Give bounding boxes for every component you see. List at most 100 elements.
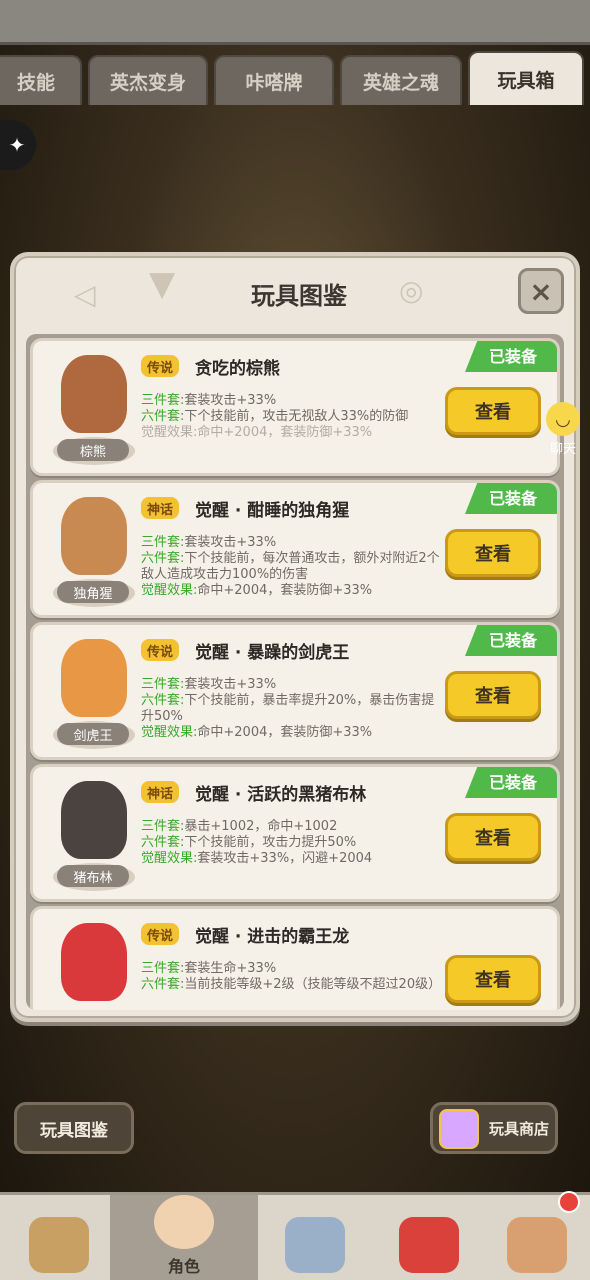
toy-portrait: 猪布林 bbox=[43, 773, 143, 891]
view-button[interactable]: 查看 bbox=[445, 387, 541, 435]
toy-description: 三件套:套装攻击+33% 六件套:下个技能前，攻击无视敌人33%的防御 觉醒效果… bbox=[141, 393, 445, 441]
equipped-badge: 已装备 bbox=[465, 483, 557, 514]
caveman-icon bbox=[29, 1217, 89, 1273]
view-button[interactable]: 查看 bbox=[445, 671, 541, 719]
black-pig-goblin-figure-icon bbox=[61, 781, 127, 859]
six-set-label: 六件套: bbox=[141, 977, 185, 992]
awaken-text: 套装攻击+33%，闪避+2004 bbox=[197, 851, 373, 866]
six-set-text: 下个技能前，攻击无视敌人33%的防御 bbox=[184, 409, 409, 424]
awaken-label: 觉醒效果: bbox=[141, 851, 198, 866]
toy-shop-label: 玩具商店 bbox=[488, 1119, 549, 1138]
rarity-badge: 神话 bbox=[141, 497, 180, 519]
toy-name: 觉醒 · 进击的霸王龙 bbox=[195, 927, 350, 947]
close-icon: × bbox=[529, 274, 553, 308]
six-set-text: 下个技能前，攻击力提升50% bbox=[184, 835, 357, 850]
three-set-text: 套装攻击+33% bbox=[184, 535, 277, 550]
awaken-text: 命中+2004，套装防御+33% bbox=[197, 425, 373, 440]
sabertooth-king-figure-icon bbox=[61, 639, 127, 717]
three-set-text: 套装攻击+33% bbox=[184, 677, 277, 692]
toy-shop-icon bbox=[439, 1109, 479, 1149]
equipped-badge: 已装备 bbox=[465, 625, 557, 656]
equipped-badge: 已装备 bbox=[465, 767, 557, 798]
view-button[interactable]: 查看 bbox=[445, 955, 541, 1003]
rarity-badge: 传说 bbox=[141, 355, 180, 377]
close-button[interactable]: × bbox=[518, 268, 564, 314]
tab-hero-soul[interactable]: 英雄之魂 bbox=[340, 55, 462, 105]
chat-smiley-icon: ◡ bbox=[546, 402, 580, 436]
nav-item-character[interactable]: 角色 bbox=[110, 1195, 258, 1280]
three-set-label: 三件套: bbox=[141, 961, 185, 976]
six-set-text: 当前技能等级+2级（技能等级不超过20级） bbox=[184, 977, 442, 992]
toy-description: 三件套:套装生命+33% 六件套:当前技能等级+2级（技能等级不超过20级） bbox=[141, 961, 445, 993]
toy-list[interactable]: 棕熊 传说 贪吃的棕熊 已装备 三件套:套装攻击+33% 六件套:下个技能前，攻… bbox=[26, 334, 564, 1010]
modal-title: 玩具图鉴 bbox=[251, 282, 347, 310]
unicorn-ape-figure-icon bbox=[61, 497, 127, 575]
toy-codex-button[interactable]: 玩具图鉴 bbox=[14, 1102, 134, 1154]
toy-description: 三件套:套装攻击+33% 六件套:下个技能前，暴击率提升20%，暴击伤害提升50… bbox=[141, 677, 445, 741]
nav-label: 角色 bbox=[167, 1257, 200, 1276]
awaken-label: 觉醒效果: bbox=[141, 425, 198, 440]
six-set-label: 六件套: bbox=[141, 835, 185, 850]
three-set-label: 三件套: bbox=[141, 819, 185, 834]
dinosaur-pet-icon bbox=[399, 1217, 459, 1273]
three-set-text: 套装攻击+33% bbox=[184, 393, 277, 408]
toy-name: 觉醒 · 暴躁的剑虎王 bbox=[195, 643, 350, 663]
six-set-text: 下个技能前，暴击率提升20%，暴击伤害提升50% bbox=[141, 693, 435, 724]
six-set-label: 六件套: bbox=[141, 693, 185, 708]
view-button[interactable]: 查看 bbox=[445, 813, 541, 861]
toy-name: 觉醒 · 酣睡的独角猩 bbox=[195, 501, 350, 521]
nav-item-caveman[interactable] bbox=[10, 1195, 108, 1280]
chat-label: 聊天 bbox=[549, 442, 576, 457]
rarity-badge: 传说 bbox=[141, 923, 180, 945]
toy-shop-button[interactable]: 玩具商店 bbox=[430, 1102, 558, 1154]
nav-item-pet[interactable] bbox=[380, 1195, 478, 1280]
six-set-label: 六件套: bbox=[141, 551, 185, 566]
tab-hero-transform[interactable]: 英杰变身 bbox=[88, 55, 208, 105]
portrait-nameplate: 猪布林 bbox=[57, 865, 129, 887]
sword-icon bbox=[285, 1217, 345, 1273]
tyrannosaurus-figure-icon bbox=[61, 923, 127, 1001]
portrait-nameplate: 独角猩 bbox=[57, 581, 129, 603]
toy-description: 三件套:暴击+1002，命中+1002 六件套:下个技能前，攻击力提升50% 觉… bbox=[141, 819, 445, 867]
top-bar bbox=[0, 0, 590, 45]
toy-card: 猪布林 神话 觉醒 · 活跃的黑猪布林 已装备 三件套:暴击+1002，命中+1… bbox=[30, 764, 560, 902]
tab-skills[interactable]: 技能 bbox=[0, 55, 82, 105]
awaken-text: 命中+2004，套装防御+33% bbox=[197, 725, 373, 740]
equipped-badge: 已装备 bbox=[465, 341, 557, 372]
brown-bear-figure-icon bbox=[61, 355, 127, 433]
rarity-badge: 神话 bbox=[141, 781, 180, 803]
portrait-nameplate: 剑虎王 bbox=[57, 723, 129, 745]
toy-portrait: 独角猩 bbox=[43, 489, 143, 607]
awaken-label: 觉醒效果: bbox=[141, 583, 198, 598]
tab-toy-box[interactable]: 玩具箱 bbox=[468, 51, 584, 105]
toy-card: 传说 觉醒 · 进击的霸王龙 三件套:套装生命+33% 六件套:当前技能等级+2… bbox=[30, 906, 560, 1010]
toy-portrait bbox=[43, 915, 143, 1010]
toy-card: 独角猩 神话 觉醒 · 酣睡的独角猩 已装备 三件套:套装攻击+33% 六件套:… bbox=[30, 480, 560, 618]
toy-name: 觉醒 · 活跃的黑猪布林 bbox=[195, 785, 367, 805]
three-set-label: 三件套: bbox=[141, 535, 185, 550]
toy-card: 棕熊 传说 贪吃的棕熊 已装备 三件套:套装攻击+33% 六件套:下个技能前，攻… bbox=[30, 338, 560, 476]
three-set-text: 暴击+1002，命中+1002 bbox=[184, 819, 338, 834]
toy-description: 三件套:套装攻击+33% 六件套:下个技能前，每次普通攻击，额外对附近2个敌人造… bbox=[141, 535, 445, 599]
character-icon bbox=[154, 1195, 214, 1249]
merchant-icon bbox=[507, 1217, 567, 1273]
awaken-label: 觉醒效果: bbox=[141, 725, 198, 740]
tab-click-cards[interactable]: 咔嗒牌 bbox=[214, 55, 334, 105]
toy-codex-modal: ◁ ▼ ◎ 玩具图鉴 × 棕熊 传说 贪吃的棕熊 已装备 三件套:套装攻击+33… bbox=[10, 252, 580, 1022]
tab-bar: 技能 英杰变身 咔嗒牌 英雄之魂 玩具箱 bbox=[0, 51, 590, 107]
toy-portrait: 棕熊 bbox=[43, 347, 143, 465]
three-set-text: 套装生命+33% bbox=[184, 961, 277, 976]
rarity-badge: 传说 bbox=[141, 639, 180, 661]
three-set-label: 三件套: bbox=[141, 677, 185, 692]
toy-card: 剑虎王 传说 觉醒 · 暴躁的剑虎王 已装备 三件套:套装攻击+33% 六件套:… bbox=[30, 622, 560, 760]
three-set-label: 三件套: bbox=[141, 393, 185, 408]
nav-item-weapon[interactable] bbox=[266, 1195, 364, 1280]
six-set-text: 下个技能前，每次普通攻击，额外对附近2个敌人造成攻击力100%的伤害 bbox=[141, 551, 440, 582]
view-button[interactable]: 查看 bbox=[445, 529, 541, 577]
bottom-nav: 角色 bbox=[0, 1191, 590, 1280]
nav-item-shop[interactable] bbox=[488, 1191, 586, 1280]
notification-dot-icon bbox=[558, 1191, 580, 1213]
chat-button[interactable]: ◡ 聊天 bbox=[536, 402, 590, 457]
toy-portrait: 剑虎王 bbox=[43, 631, 143, 749]
awaken-text: 命中+2004，套装防御+33% bbox=[197, 583, 373, 598]
